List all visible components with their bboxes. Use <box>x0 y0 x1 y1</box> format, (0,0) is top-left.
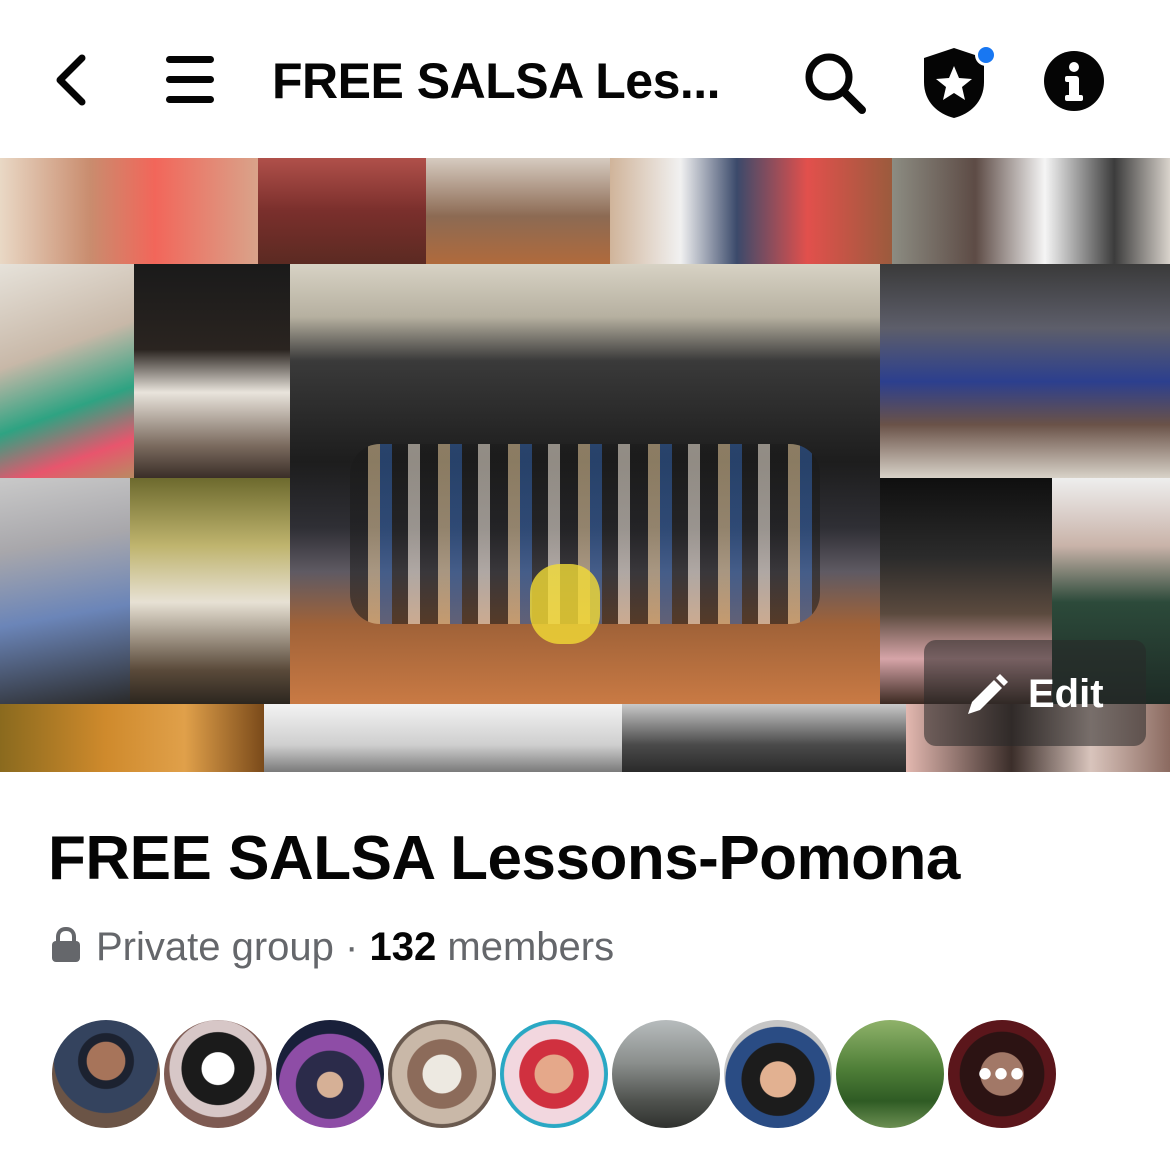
collage-photo <box>426 158 610 264</box>
collage-photo <box>258 158 426 264</box>
edit-label: Edit <box>1028 672 1104 716</box>
notification-dot <box>975 44 997 66</box>
chevron-left-icon[interactable] <box>48 50 98 110</box>
top-navigation-bar: FREE SALSA Les... <box>0 0 1170 158</box>
collage-photo <box>130 478 290 704</box>
collage-photo <box>0 264 134 478</box>
search-icon[interactable] <box>802 50 868 116</box>
collage-photo <box>622 704 906 772</box>
group-meta[interactable]: Private group · 132 members <box>50 925 614 970</box>
collage-photo <box>134 264 290 478</box>
collage-photo-main <box>290 264 880 704</box>
page-title: FREE SALSA Les... <box>272 53 721 109</box>
separator: · <box>345 925 359 969</box>
collage-photo <box>0 158 258 264</box>
members-label: members <box>447 925 615 969</box>
collage-photo <box>264 704 622 772</box>
privacy-label: Private group <box>96 925 334 969</box>
more-members-icon: ••• <box>948 1020 1056 1128</box>
avatar[interactable] <box>832 1016 948 1132</box>
edit-cover-button[interactable]: Edit <box>924 640 1146 746</box>
avatar-more[interactable]: ••• <box>944 1016 1060 1132</box>
group-name: FREE SALSA Lessons-Pomona <box>48 824 960 893</box>
avatar[interactable] <box>496 1016 612 1132</box>
collage-photo <box>610 158 892 264</box>
avatar[interactable] <box>160 1016 276 1132</box>
info-icon[interactable] <box>1043 50 1105 112</box>
hamburger-menu-icon[interactable] <box>166 56 218 106</box>
collage-photo <box>0 478 130 704</box>
collage-photo <box>880 264 1170 478</box>
pencil-icon <box>968 674 1008 714</box>
avatar[interactable] <box>272 1016 388 1132</box>
avatar[interactable] <box>384 1016 500 1132</box>
collage-photo <box>0 704 264 772</box>
collage-photo <box>892 158 1170 264</box>
avatar[interactable] <box>48 1016 164 1132</box>
member-count: 132 <box>369 925 437 969</box>
avatar[interactable] <box>608 1016 724 1132</box>
lock-icon <box>52 927 80 963</box>
avatar[interactable] <box>720 1016 836 1132</box>
